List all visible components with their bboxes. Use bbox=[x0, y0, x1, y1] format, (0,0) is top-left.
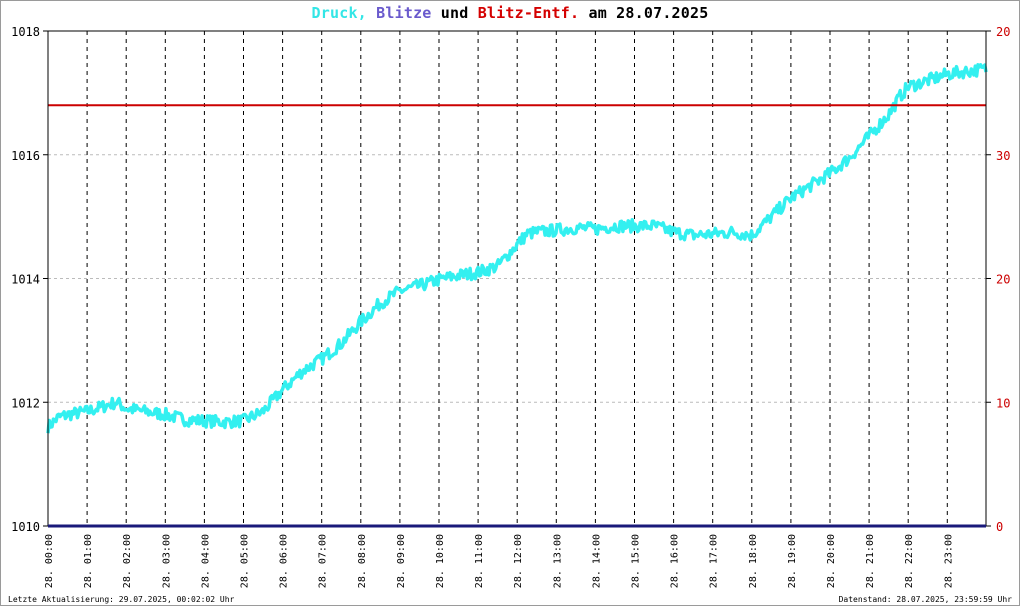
x-tick-label: 28. 22:00 bbox=[904, 534, 915, 588]
x-tick-label: 28. 01:00 bbox=[83, 534, 94, 588]
x-tick-label: 28. 09:00 bbox=[396, 534, 407, 588]
x-tick-label: 28. 17:00 bbox=[709, 534, 720, 588]
right-tick-label: 10 bbox=[996, 396, 1010, 410]
left-tick-label: 1010 bbox=[11, 520, 40, 534]
right-tick-label: 20 bbox=[996, 25, 1010, 39]
x-tick-label: 28. 10:00 bbox=[435, 534, 446, 588]
x-tick-label: 28. 07:00 bbox=[318, 534, 329, 588]
x-tick-label: 28. 15:00 bbox=[630, 534, 641, 588]
x-tick-label: 28. 11:00 bbox=[474, 534, 485, 588]
x-tick-label: 28. 02:00 bbox=[122, 534, 133, 588]
x-tick-label: 28. 12:00 bbox=[513, 534, 524, 588]
right-tick-label: 30 bbox=[996, 149, 1010, 163]
x-tick-label: 28. 20:00 bbox=[826, 534, 837, 588]
pressure-chart: 1010 1012 1014 1016 1018 0 10 20 30 20 28. 00:00 28… bbox=[11, 25, 1010, 588]
x-tick-label: 28. 04:00 bbox=[200, 534, 211, 588]
x-tick-label: 28. 13:00 bbox=[552, 534, 563, 588]
x-tick-label: 28. 14:00 bbox=[591, 534, 602, 588]
x-tick-label: 28. 23:00 bbox=[943, 534, 954, 588]
x-tick-label: 28. 05:00 bbox=[239, 534, 250, 588]
x-tick-label: 28. 19:00 bbox=[787, 534, 798, 588]
right-tick-label: 0 bbox=[996, 520, 1003, 534]
left-tick-label: 1016 bbox=[11, 149, 40, 163]
x-tick-label: 28. 03:00 bbox=[161, 534, 172, 588]
left-tick-label: 1012 bbox=[11, 396, 40, 410]
x-tick-label: 28. 16:00 bbox=[670, 534, 681, 588]
left-tick-label: 1018 bbox=[11, 25, 40, 39]
left-tick-label: 1014 bbox=[11, 273, 40, 287]
footer-last-update: Letzte Aktualisierung: 29.07.2025, 00:02… bbox=[8, 595, 235, 604]
footer-data-status: Datenstand: 28.07.2025, 23:59:59 Uhr bbox=[838, 595, 1012, 604]
x-tick-label: 28. 18:00 bbox=[748, 534, 759, 588]
x-tick-label: 28. 21:00 bbox=[865, 534, 876, 588]
right-tick-label: 20 bbox=[996, 273, 1010, 287]
x-tick-label: 28. 06:00 bbox=[279, 534, 290, 588]
x-tick-label: 28. 00:00 bbox=[44, 534, 55, 588]
x-tick-label: 28. 08:00 bbox=[357, 534, 368, 588]
